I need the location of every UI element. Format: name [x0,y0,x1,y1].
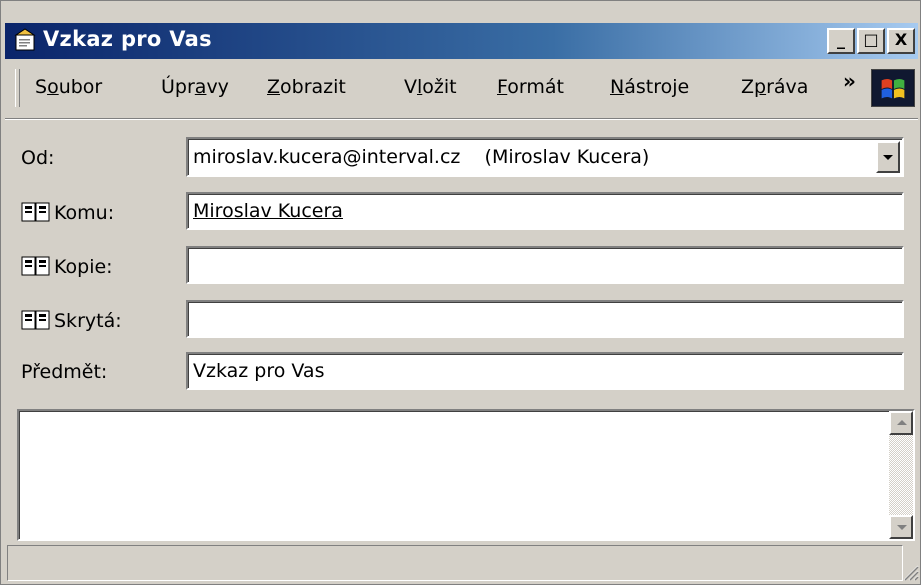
menu-soubor[interactable]: Soubor [35,76,102,98]
address-book-icon [21,310,50,330]
menu-zprava[interactable]: Zpráva [741,76,808,98]
bcc-field[interactable] [186,300,904,338]
menu-zobrazit[interactable]: Zobrazit [267,76,346,98]
subject-label: Předmět: [21,361,108,383]
scroll-down-button[interactable] [889,515,913,539]
maximize-button[interactable]: □ [857,28,885,54]
cc-label-group[interactable]: Kopie: [21,256,113,278]
menu-format[interactable]: Formát [497,76,564,98]
to-label: Komu: [54,202,115,224]
window-title: Vzkaz pro Vas [43,27,212,51]
menu-nastroje[interactable]: Nástroje [610,76,689,98]
to-field[interactable]: Miroslav Kucera [186,192,904,230]
menu-grip[interactable] [15,69,20,107]
close-button[interactable]: X [887,28,915,54]
vertical-scrollbar[interactable] [889,411,913,539]
toolbar-separator [5,118,918,120]
from-select[interactable]: miroslav.kucera@interval.cz (Miroslav Ku… [186,137,904,177]
menu-upravy[interactable]: Úpravy [161,76,229,98]
from-label: Od: [21,147,55,169]
cc-field[interactable] [186,246,904,284]
bcc-label-group[interactable]: Skrytá: [21,310,122,332]
to-label-group[interactable]: Komu: [21,202,114,224]
bcc-label: Skrytá: [54,310,122,332]
status-bar [7,545,903,581]
more-menu-chevron-icon[interactable]: » [843,69,856,93]
cc-label: Kopie: [54,256,113,278]
windows-logo-icon [871,69,915,107]
message-body[interactable] [17,409,915,541]
address-book-icon [21,256,50,276]
scroll-up-button[interactable] [889,411,913,435]
subject-field[interactable]: Vzkaz pro Vas [186,352,904,390]
message-window: Vzkaz pro Vas _ □ X Soubor Úpravy Zobraz… [0,0,921,585]
from-dropdown-button[interactable] [876,141,900,173]
menu-bar: Soubor Úpravy Zobrazit Vložit Formát Nás… [5,63,918,115]
resize-grip-icon[interactable] [901,563,919,581]
message-icon [14,28,36,51]
address-book-icon [21,202,50,222]
from-value: miroslav.kucera@interval.cz (Miroslav Ku… [193,146,650,168]
to-recipient[interactable]: Miroslav Kucera [193,200,343,222]
title-bar[interactable]: Vzkaz pro Vas _ □ X [5,23,918,59]
minimize-button[interactable]: _ [827,28,855,54]
menu-vlozit[interactable]: Vložit [404,76,457,98]
